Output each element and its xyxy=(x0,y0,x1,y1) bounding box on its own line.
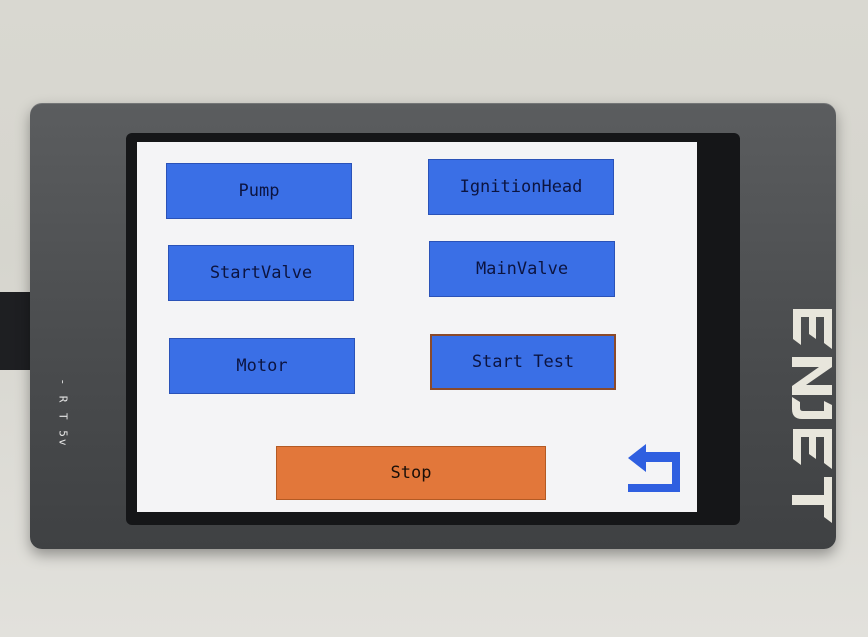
pump-button[interactable]: Pump xyxy=(166,163,352,219)
brand-logo xyxy=(792,309,832,523)
motor-button[interactable]: Motor xyxy=(169,338,355,394)
return-arrow-icon[interactable] xyxy=(624,442,686,496)
side-label: - R T 5v xyxy=(56,378,70,448)
start-test-button[interactable]: Start Test xyxy=(430,334,616,390)
ignition-head-button[interactable]: IgnitionHead xyxy=(428,159,614,215)
main-valve-button[interactable]: MainValve xyxy=(429,241,615,297)
start-valve-button[interactable]: StartValve xyxy=(168,245,354,301)
stop-button[interactable]: Stop xyxy=(276,446,546,500)
touch-screen: Pump IgnitionHead StartValve MainValve M… xyxy=(137,142,697,512)
